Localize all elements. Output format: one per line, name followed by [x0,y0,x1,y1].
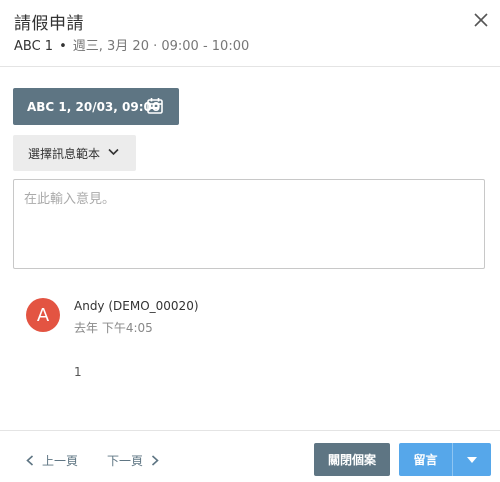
avatar-letter: A [36,304,50,326]
subtitle-name: ABC 1 [14,39,54,54]
comment-time: 去年 下午4:05 [74,321,153,335]
next-page-label: 下一頁 [107,454,144,468]
date-button-label: ABC 1, 20/03, 09:00 [27,99,161,114]
previous-page-button[interactable]: 上一頁 [26,452,78,469]
chevron-left-icon [26,455,34,466]
subtitle-schedule: 週三, 3月 20 · 09:00 - 10:00 [72,39,250,54]
comment-author: Andy (DEMO_00020) [74,299,199,313]
next-page-button[interactable]: 下一頁 [107,452,159,469]
subtitle-separator: • [59,39,67,54]
dialog-title: 請假申請 [14,14,84,34]
caret-down-icon [467,456,477,463]
footer-divider [0,430,500,431]
comment-text: 1 [74,365,82,379]
close-icon [474,13,488,27]
comment-options-dropdown[interactable] [453,443,491,476]
chevron-down-icon [108,148,119,156]
previous-page-label: 上一頁 [42,454,79,468]
post-comment-label: 留言 [413,453,438,467]
calendar-icon [147,98,163,114]
avatar: A [26,298,60,332]
close-button[interactable] [470,9,492,31]
comment-input[interactable] [13,179,485,269]
date-select-button[interactable]: ABC 1, 20/03, 09:00 [13,88,179,125]
post-comment-button[interactable]: 留言 [399,443,452,476]
leave-request-dialog: 請假申請 ABC 1 • 週三, 3月 20 · 09:00 - 10:00 ABC… [0,0,500,482]
header-divider [0,66,500,67]
chevron-right-icon [151,455,159,466]
template-button-label: 選擇訊息範本 [28,146,101,161]
close-case-label: 關閉個案 [327,453,376,467]
dialog-subtitle: ABC 1 • 週三, 3月 20 · 09:00 - 10:00 [14,35,249,54]
message-template-dropdown[interactable]: 選擇訊息範本 [13,135,136,171]
close-case-button[interactable]: 關閉個案 [314,443,390,476]
